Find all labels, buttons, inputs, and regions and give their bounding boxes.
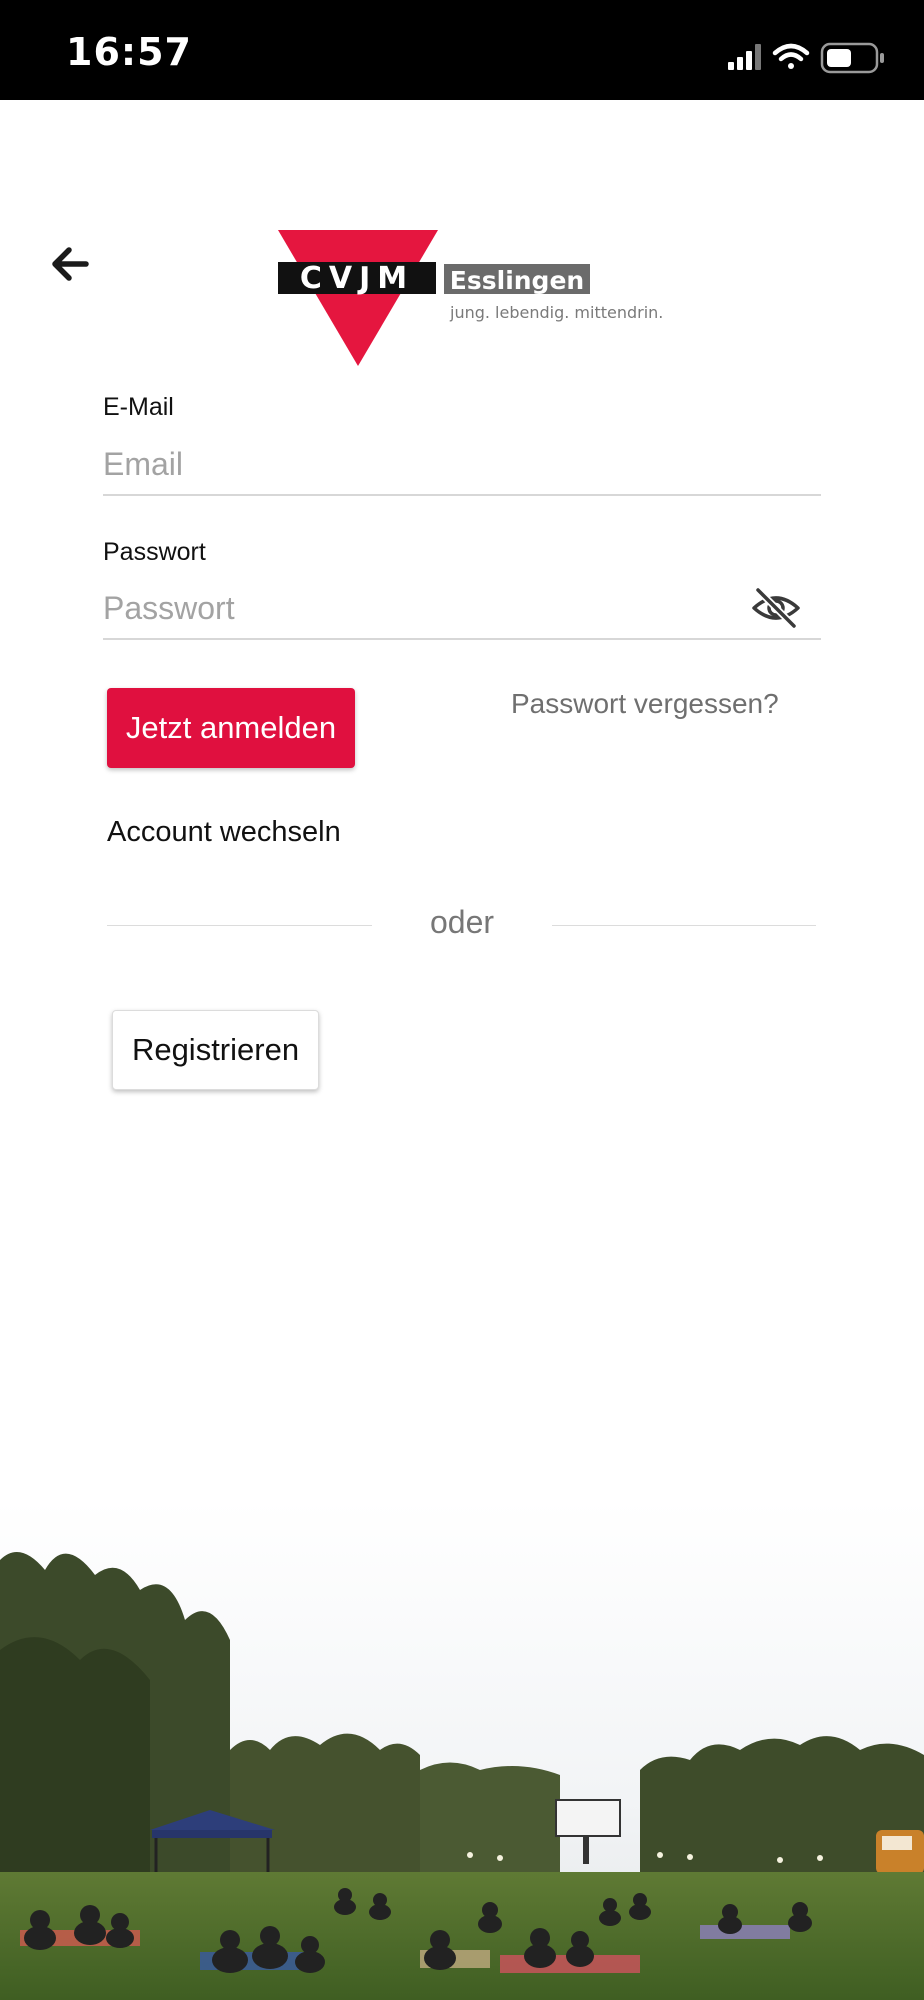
register-button[interactable]: Registrieren [112, 1010, 319, 1090]
password-input[interactable] [103, 578, 821, 640]
logo-city-text: Esslingen [450, 266, 584, 295]
battery-icon [820, 42, 884, 74]
divider-line-right [552, 925, 816, 926]
divider-line-left [107, 925, 372, 926]
logo: CVJM Esslingen [278, 230, 590, 366]
status-bar: 16:57 [0, 0, 924, 100]
background-photo [0, 1500, 924, 2000]
status-icons [728, 42, 884, 74]
forgot-password-link[interactable]: Passwort vergessen? [511, 688, 779, 720]
email-input[interactable] [103, 434, 821, 496]
email-label: E-Mail [103, 393, 174, 421]
cellular-signal-icon [728, 44, 761, 70]
divider-label: oder [429, 904, 495, 940]
logo-slogan: jung. lebendig. mittendrin. [450, 303, 664, 322]
logo-brand-text: CVJM [300, 261, 414, 296]
login-button[interactable]: Jetzt anmelden [107, 688, 355, 768]
wifi-icon [772, 43, 810, 69]
switch-account-link[interactable]: Account wechseln [107, 816, 341, 849]
arrow-left-icon[interactable] [42, 236, 98, 292]
eye-slash-icon[interactable] [750, 586, 802, 630]
status-time: 16:57 [66, 30, 192, 74]
password-label: Passwort [103, 538, 206, 566]
